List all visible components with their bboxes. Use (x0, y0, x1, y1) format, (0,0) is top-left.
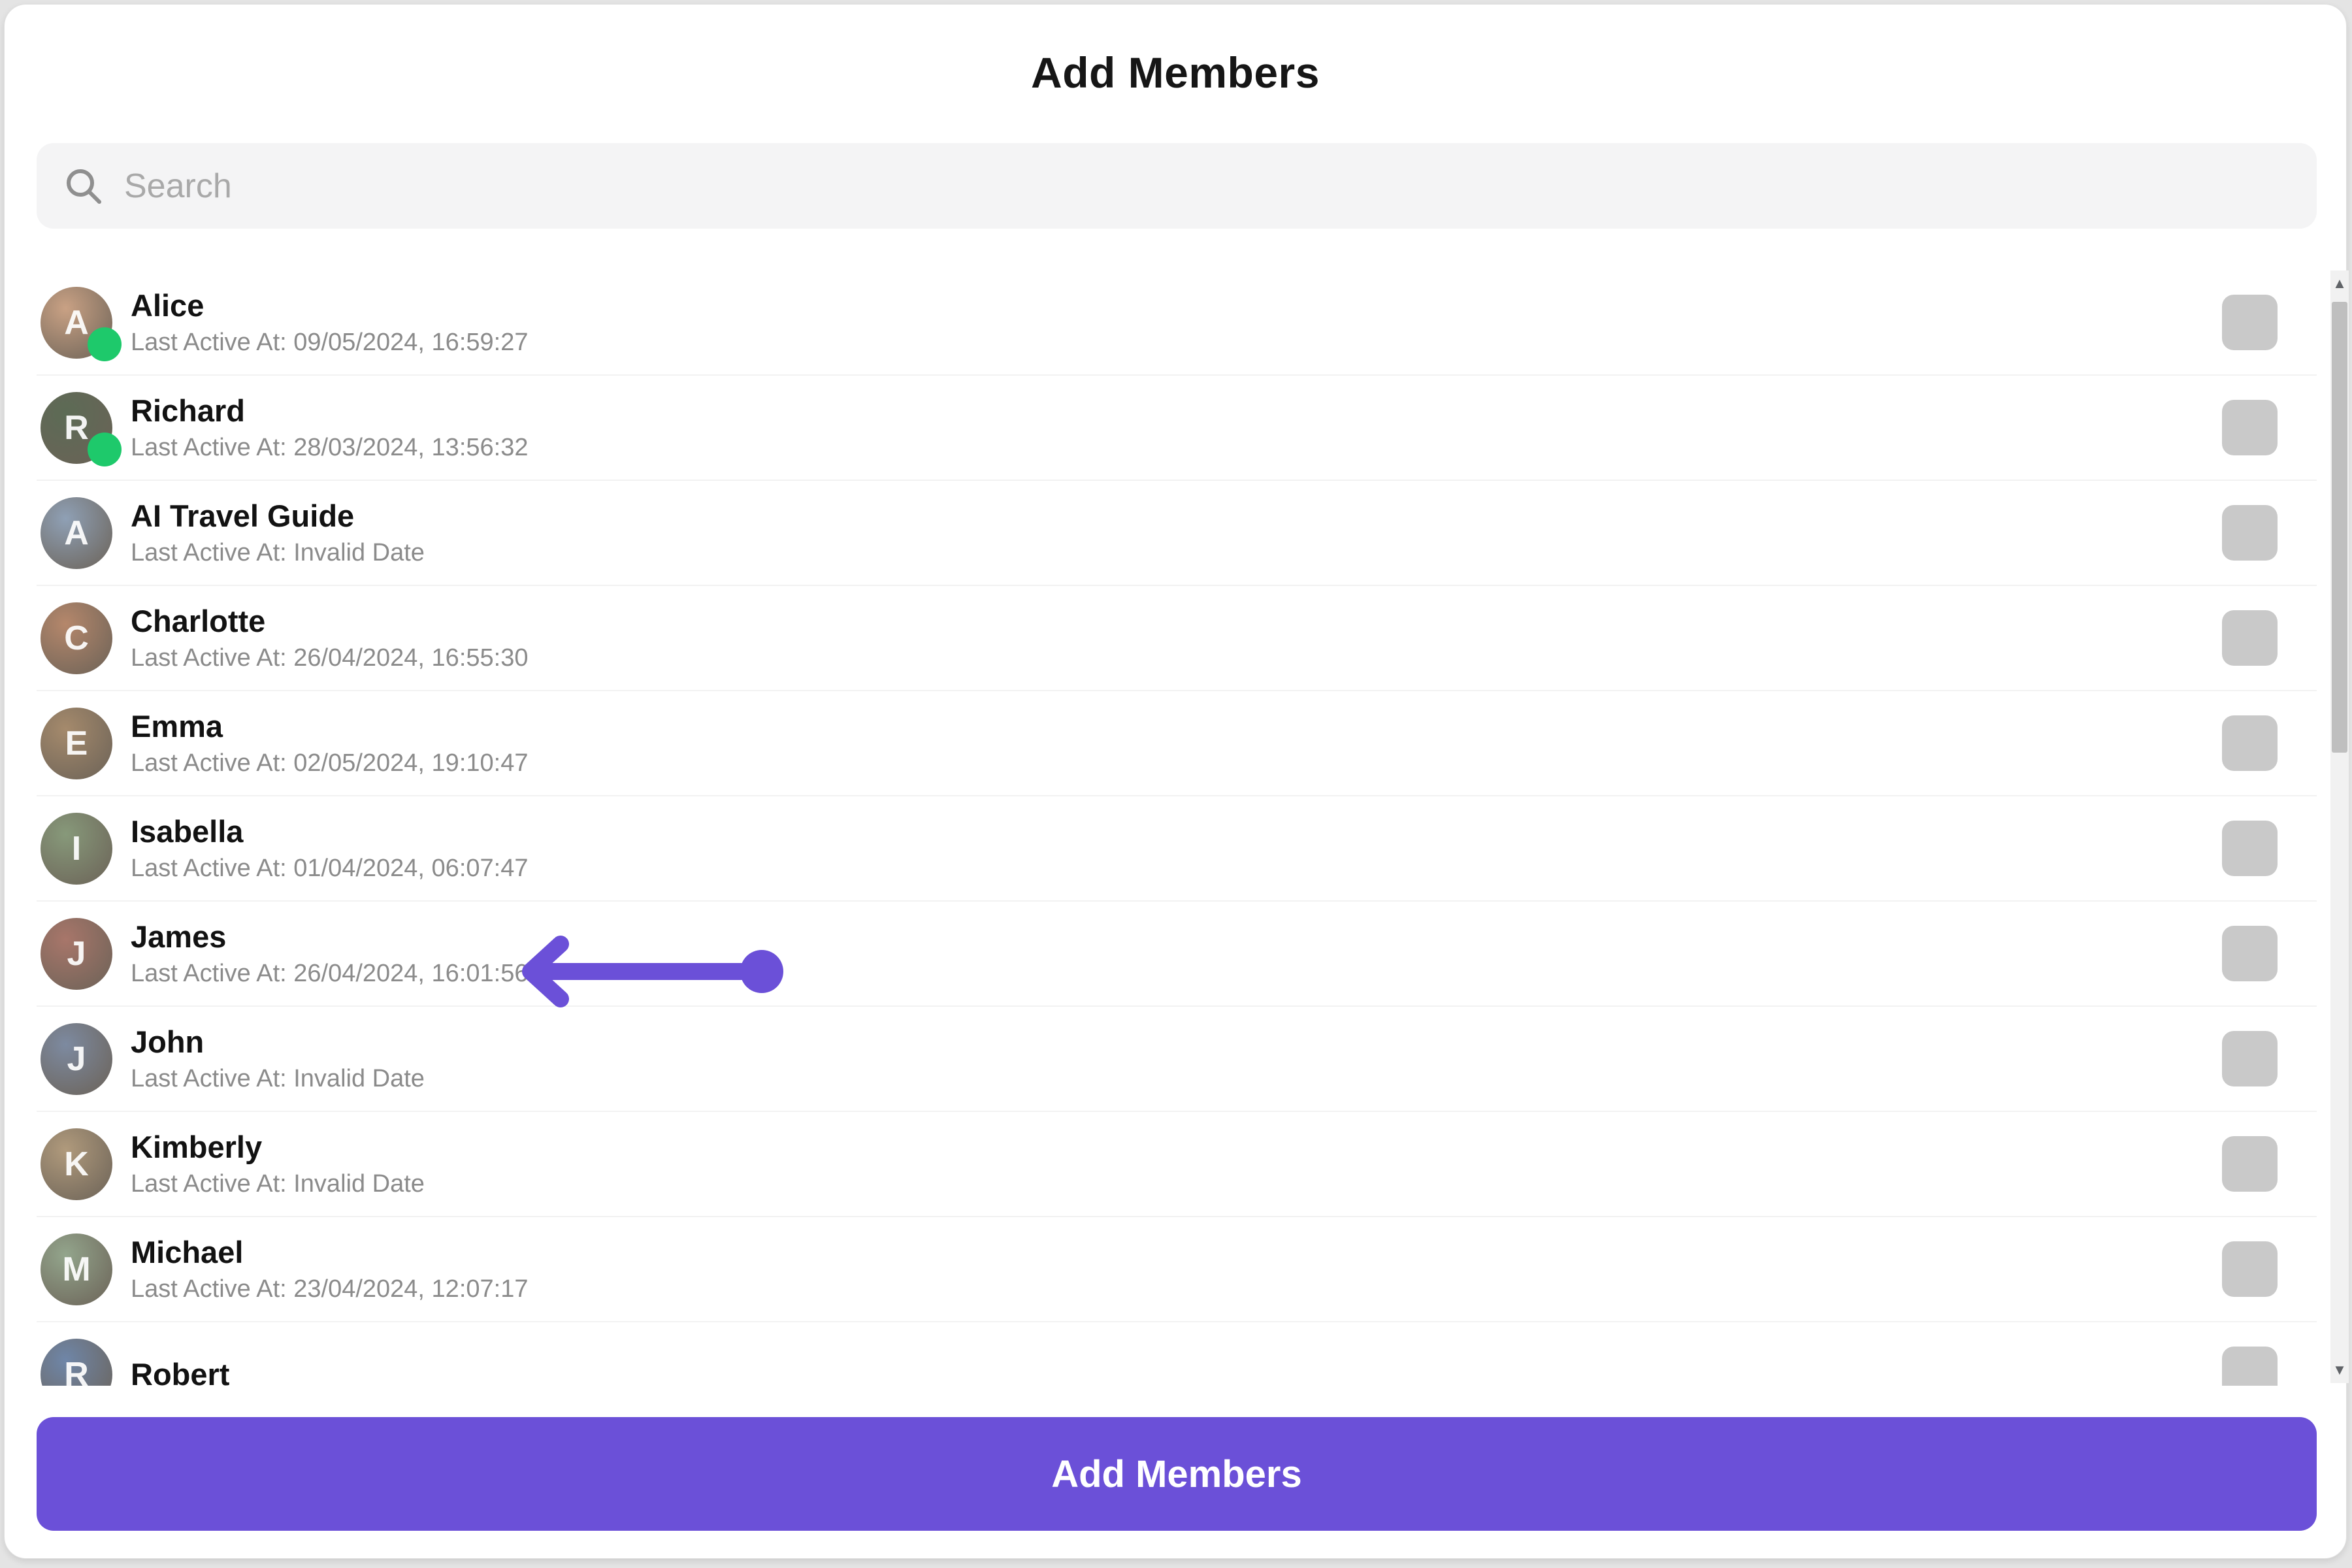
scrollbar-thumb[interactable] (2332, 302, 2347, 753)
member-last-active: Last Active At: 02/05/2024, 19:10:47 (131, 751, 528, 776)
member-checkbox[interactable] (2222, 1031, 2278, 1086)
member-row[interactable]: K Kimberly Last Active At: Invalid Date (37, 1112, 2317, 1217)
member-checkbox[interactable] (2222, 610, 2278, 666)
member-name: Kimberly (131, 1132, 425, 1162)
member-row[interactable]: J James Last Active At: 26/04/2024, 16:0… (37, 902, 2317, 1007)
avatar-image: E (41, 708, 112, 779)
member-row[interactable]: A AI Travel Guide Last Active At: Invali… (37, 481, 2317, 586)
member-row[interactable]: A Alice Last Active At: 09/05/2024, 16:5… (37, 270, 2317, 376)
member-text: Michael Last Active At: 23/04/2024, 12:0… (131, 1237, 528, 1301)
avatar: E (41, 708, 112, 779)
avatar-image: A (41, 497, 112, 569)
member-text: Kimberly Last Active At: Invalid Date (131, 1132, 425, 1196)
member-checkbox[interactable] (2222, 926, 2278, 981)
member-name: Robert (131, 1359, 229, 1386)
member-text: John Last Active At: Invalid Date (131, 1026, 425, 1091)
member-row[interactable]: R Richard Last Active At: 28/03/2024, 13… (37, 376, 2317, 481)
member-last-active: Last Active At: 23/04/2024, 12:07:17 (131, 1277, 528, 1301)
member-checkbox[interactable] (2222, 1347, 2278, 1386)
member-row[interactable]: J John Last Active At: Invalid Date (37, 1007, 2317, 1112)
member-name: Isabella (131, 816, 528, 847)
list-scrollbar[interactable]: ▲ ▼ (2330, 270, 2349, 1383)
avatar-image: R (41, 1339, 112, 1386)
search-icon (63, 165, 105, 207)
member-text: Alice Last Active At: 09/05/2024, 16:59:… (131, 290, 528, 355)
member-checkbox[interactable] (2222, 505, 2278, 561)
member-text: Isabella Last Active At: 01/04/2024, 06:… (131, 816, 528, 881)
member-name: John (131, 1026, 425, 1057)
avatar-image: J (41, 1023, 112, 1095)
member-name: Emma (131, 711, 528, 742)
member-row[interactable]: R Robert (37, 1322, 2317, 1386)
member-last-active: Last Active At: 01/04/2024, 06:07:47 (131, 856, 528, 881)
member-text: Robert (131, 1359, 229, 1386)
online-status-dot (88, 433, 122, 466)
scroll-down-arrow-icon[interactable]: ▼ (2330, 1357, 2349, 1383)
member-checkbox[interactable] (2222, 1241, 2278, 1297)
member-text: Emma Last Active At: 02/05/2024, 19:10:4… (131, 711, 528, 776)
member-row[interactable]: E Emma Last Active At: 02/05/2024, 19:10… (37, 691, 2317, 796)
member-name: AI Travel Guide (131, 500, 425, 531)
avatar: A (41, 287, 112, 359)
search-input[interactable] (124, 167, 2291, 206)
avatar: J (41, 1023, 112, 1095)
avatar: R (41, 392, 112, 464)
member-checkbox[interactable] (2222, 715, 2278, 771)
avatar: C (41, 602, 112, 674)
member-name: Michael (131, 1237, 528, 1267)
avatar-image: J (41, 918, 112, 990)
member-name: Alice (131, 290, 528, 321)
member-last-active: Last Active At: Invalid Date (131, 1171, 425, 1196)
avatar: I (41, 813, 112, 885)
scroll-up-arrow-icon[interactable]: ▲ (2330, 270, 2349, 297)
member-text: AI Travel Guide Last Active At: Invalid … (131, 500, 425, 565)
search-bar[interactable] (37, 143, 2317, 229)
avatar: R (41, 1339, 112, 1386)
member-last-active: Last Active At: 28/03/2024, 13:56:32 (131, 435, 528, 460)
member-row[interactable]: C Charlotte Last Active At: 26/04/2024, … (37, 586, 2317, 691)
member-last-active: Last Active At: Invalid Date (131, 1066, 425, 1091)
member-text: James Last Active At: 26/04/2024, 16:01:… (131, 921, 528, 986)
add-members-button[interactable]: Add Members (37, 1417, 2317, 1531)
member-checkbox[interactable] (2222, 821, 2278, 876)
member-name: Charlotte (131, 606, 528, 636)
avatar-image: M (41, 1233, 112, 1305)
avatar-image: I (41, 813, 112, 885)
member-name: Richard (131, 395, 528, 426)
member-checkbox[interactable] (2222, 400, 2278, 455)
member-list: A Alice Last Active At: 09/05/2024, 16:5… (37, 270, 2317, 1386)
add-members-dialog: Add Members A Alice Last Active At: 09/0… (4, 4, 2347, 1559)
member-checkbox[interactable] (2222, 295, 2278, 350)
member-text: Charlotte Last Active At: 26/04/2024, 16… (131, 606, 528, 670)
avatar: K (41, 1128, 112, 1200)
avatar-image: C (41, 602, 112, 674)
member-row[interactable]: M Michael Last Active At: 23/04/2024, 12… (37, 1217, 2317, 1322)
avatar: M (41, 1233, 112, 1305)
avatar-image: K (41, 1128, 112, 1200)
avatar: A (41, 497, 112, 569)
member-last-active: Last Active At: Invalid Date (131, 540, 425, 565)
member-last-active: Last Active At: 26/04/2024, 16:01:56 (131, 961, 528, 986)
member-checkbox[interactable] (2222, 1136, 2278, 1192)
member-last-active: Last Active At: 26/04/2024, 16:55:30 (131, 645, 528, 670)
online-status-dot (88, 327, 122, 361)
member-row[interactable]: I Isabella Last Active At: 01/04/2024, 0… (37, 796, 2317, 902)
page-title: Add Members (5, 48, 2346, 97)
member-last-active: Last Active At: 09/05/2024, 16:59:27 (131, 330, 528, 355)
member-name: James (131, 921, 528, 952)
member-text: Richard Last Active At: 28/03/2024, 13:5… (131, 395, 528, 460)
avatar: J (41, 918, 112, 990)
